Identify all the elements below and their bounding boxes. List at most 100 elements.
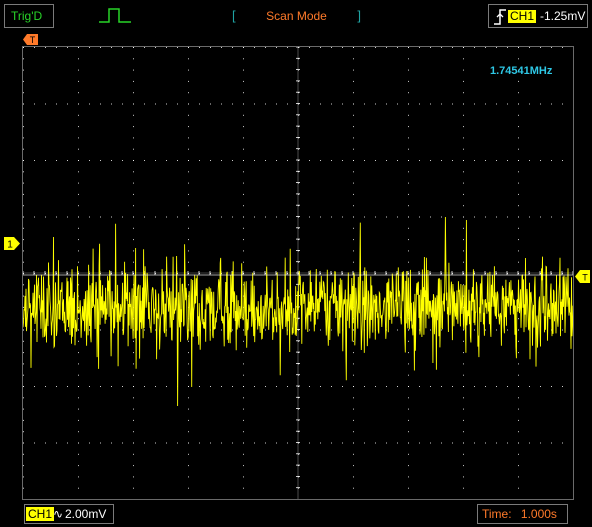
grid-dot (496, 160, 497, 161)
grid-dot (463, 216, 464, 218)
grid-dot (518, 386, 519, 387)
grid-dot (45, 160, 46, 161)
grid-dot (430, 160, 431, 161)
grid-dot (496, 216, 497, 218)
grid-dot (45, 216, 46, 218)
trigger-level-marker[interactable]: T (575, 270, 590, 283)
grid-dot (23, 487, 24, 489)
grid-dot (353, 114, 354, 116)
grid-dot (287, 103, 288, 105)
grid-dot (78, 239, 79, 241)
grid-dot (100, 160, 101, 161)
grid-dot (364, 386, 365, 387)
grid-dot (507, 103, 508, 105)
grid-dot (133, 352, 134, 354)
grid-dot (441, 216, 442, 218)
grid-dot (23, 284, 24, 286)
grid-dot (254, 47, 255, 48)
grid-dot (408, 442, 409, 444)
grid-dot (518, 352, 519, 354)
grid-dot (243, 340, 244, 342)
timebase-label: Time: (482, 507, 512, 521)
grid-dot (551, 47, 552, 48)
ch1-scale-box[interactable]: CH1 ∿ 2.00mV (24, 504, 114, 524)
grid-dot (309, 47, 310, 48)
grid-dot (188, 397, 189, 399)
grid-dot (430, 442, 431, 444)
grid-dot (89, 216, 90, 218)
grid-dot (529, 47, 530, 48)
grid-dot (331, 442, 332, 444)
grid-dot (375, 103, 376, 105)
grid-dot (133, 114, 134, 116)
grid-dot (78, 476, 79, 478)
timebase-box[interactable]: Time: 1.000s (477, 504, 568, 524)
grid-dot (353, 363, 354, 365)
grid-dot (485, 47, 486, 48)
ch1-label: CH1 (26, 507, 55, 521)
grid-dot (353, 92, 354, 94)
grid-dot (518, 92, 519, 94)
grid-dot (353, 453, 354, 455)
grid-dot (199, 216, 200, 218)
grid-dot (188, 442, 189, 444)
ch1-offset-marker[interactable]: 1 (4, 237, 20, 251)
grid-dot (276, 216, 277, 218)
grid-dot (353, 193, 354, 195)
grid-dot (199, 103, 200, 105)
grid-dot (353, 239, 354, 241)
grid-dot (529, 103, 530, 105)
grid-dot (353, 250, 354, 252)
grid-dot (518, 329, 519, 331)
grid-dot (485, 442, 486, 444)
grid-dot (78, 92, 79, 94)
grid-dot (562, 442, 563, 444)
grid-dot (562, 160, 563, 161)
grid-dot (133, 363, 134, 365)
grid-dot (364, 442, 365, 444)
grid-dot (518, 182, 519, 184)
grid-dot (133, 408, 134, 410)
grid-dot (452, 47, 453, 48)
grid-dot (276, 47, 277, 48)
trigger-info[interactable]: CH1 -1.25mV (488, 4, 588, 28)
grid-dot (78, 386, 79, 387)
grid-dot (419, 386, 420, 387)
grid-dot (78, 114, 79, 116)
grid-dot (562, 329, 563, 331)
grid-dot (243, 92, 244, 94)
acquisition-mode[interactable]: [ Scan Mode ] (230, 5, 363, 27)
grid-dot (78, 69, 79, 71)
grid-dot (518, 363, 519, 365)
ch1-offset-marker-label: 1 (7, 240, 13, 251)
grid-dot (155, 329, 156, 331)
grid-dot (34, 103, 35, 105)
grid-dot (133, 250, 134, 252)
grid-dot (518, 227, 519, 229)
grid-dot (386, 160, 387, 161)
grid-dot (221, 103, 222, 105)
trigger-level-marker-label: T (582, 273, 588, 283)
grid-dot (188, 431, 189, 433)
grid-dot (133, 216, 134, 218)
grid-dot (276, 386, 277, 387)
grid-dot (353, 261, 354, 263)
grid-dot (485, 216, 486, 218)
grid-dot (221, 47, 222, 48)
grid-dot (243, 103, 244, 105)
grid-dot (496, 103, 497, 105)
trigger-position-marker[interactable]: T (23, 32, 38, 45)
grid-dot (144, 103, 145, 105)
grid-dot (386, 442, 387, 444)
grid-dot (331, 329, 332, 331)
grid-dot (309, 329, 310, 331)
grid-dot (419, 103, 420, 105)
grid-dot (56, 160, 57, 161)
grid-dot (518, 340, 519, 342)
grid-dot (518, 160, 519, 161)
grid-dot (419, 216, 420, 218)
grid-dot (463, 69, 464, 71)
grid-dot (518, 114, 519, 116)
grid-dot (408, 114, 409, 116)
grid-dot (408, 453, 409, 455)
